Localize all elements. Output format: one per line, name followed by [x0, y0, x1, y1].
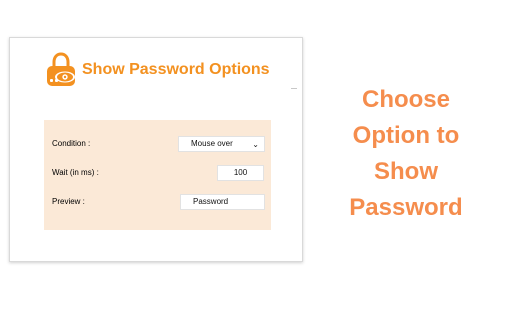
promo-line: Show: [374, 158, 438, 185]
page-title: Show Password Options: [82, 61, 270, 78]
options-panel: Condition : Mouse over ⌄ Wait (in ms) : …: [44, 120, 271, 230]
options-window: Show Password Options Condition : Mouse …: [9, 37, 303, 262]
preview-password-input[interactable]: Password: [180, 194, 265, 210]
window-mark: [291, 88, 297, 89]
preview-row: Preview : Password: [44, 193, 271, 211]
options-header: Show Password Options: [44, 52, 270, 88]
condition-label: Condition :: [52, 139, 91, 148]
promo-caption: Choose Option to Show Password: [324, 82, 488, 226]
promo-line: Choose: [361, 86, 450, 113]
wait-input[interactable]: 100: [217, 165, 264, 181]
wait-row: Wait (in ms) : 100: [44, 164, 271, 182]
chevron-down-icon: ⌄: [252, 140, 259, 149]
promo-line: Option to: [352, 122, 460, 149]
preview-label: Preview :: [52, 197, 85, 206]
promo-page: Show Password Options Condition : Mouse …: [0, 0, 512, 320]
lock-eye-icon: [47, 52, 75, 86]
condition-value: Mouse over: [191, 139, 233, 148]
condition-row: Condition : Mouse over ⌄: [44, 135, 271, 153]
promo-line: Password: [349, 194, 463, 221]
wait-label: Wait (in ms) :: [52, 168, 99, 177]
condition-select[interactable]: Mouse over ⌄: [178, 136, 265, 152]
